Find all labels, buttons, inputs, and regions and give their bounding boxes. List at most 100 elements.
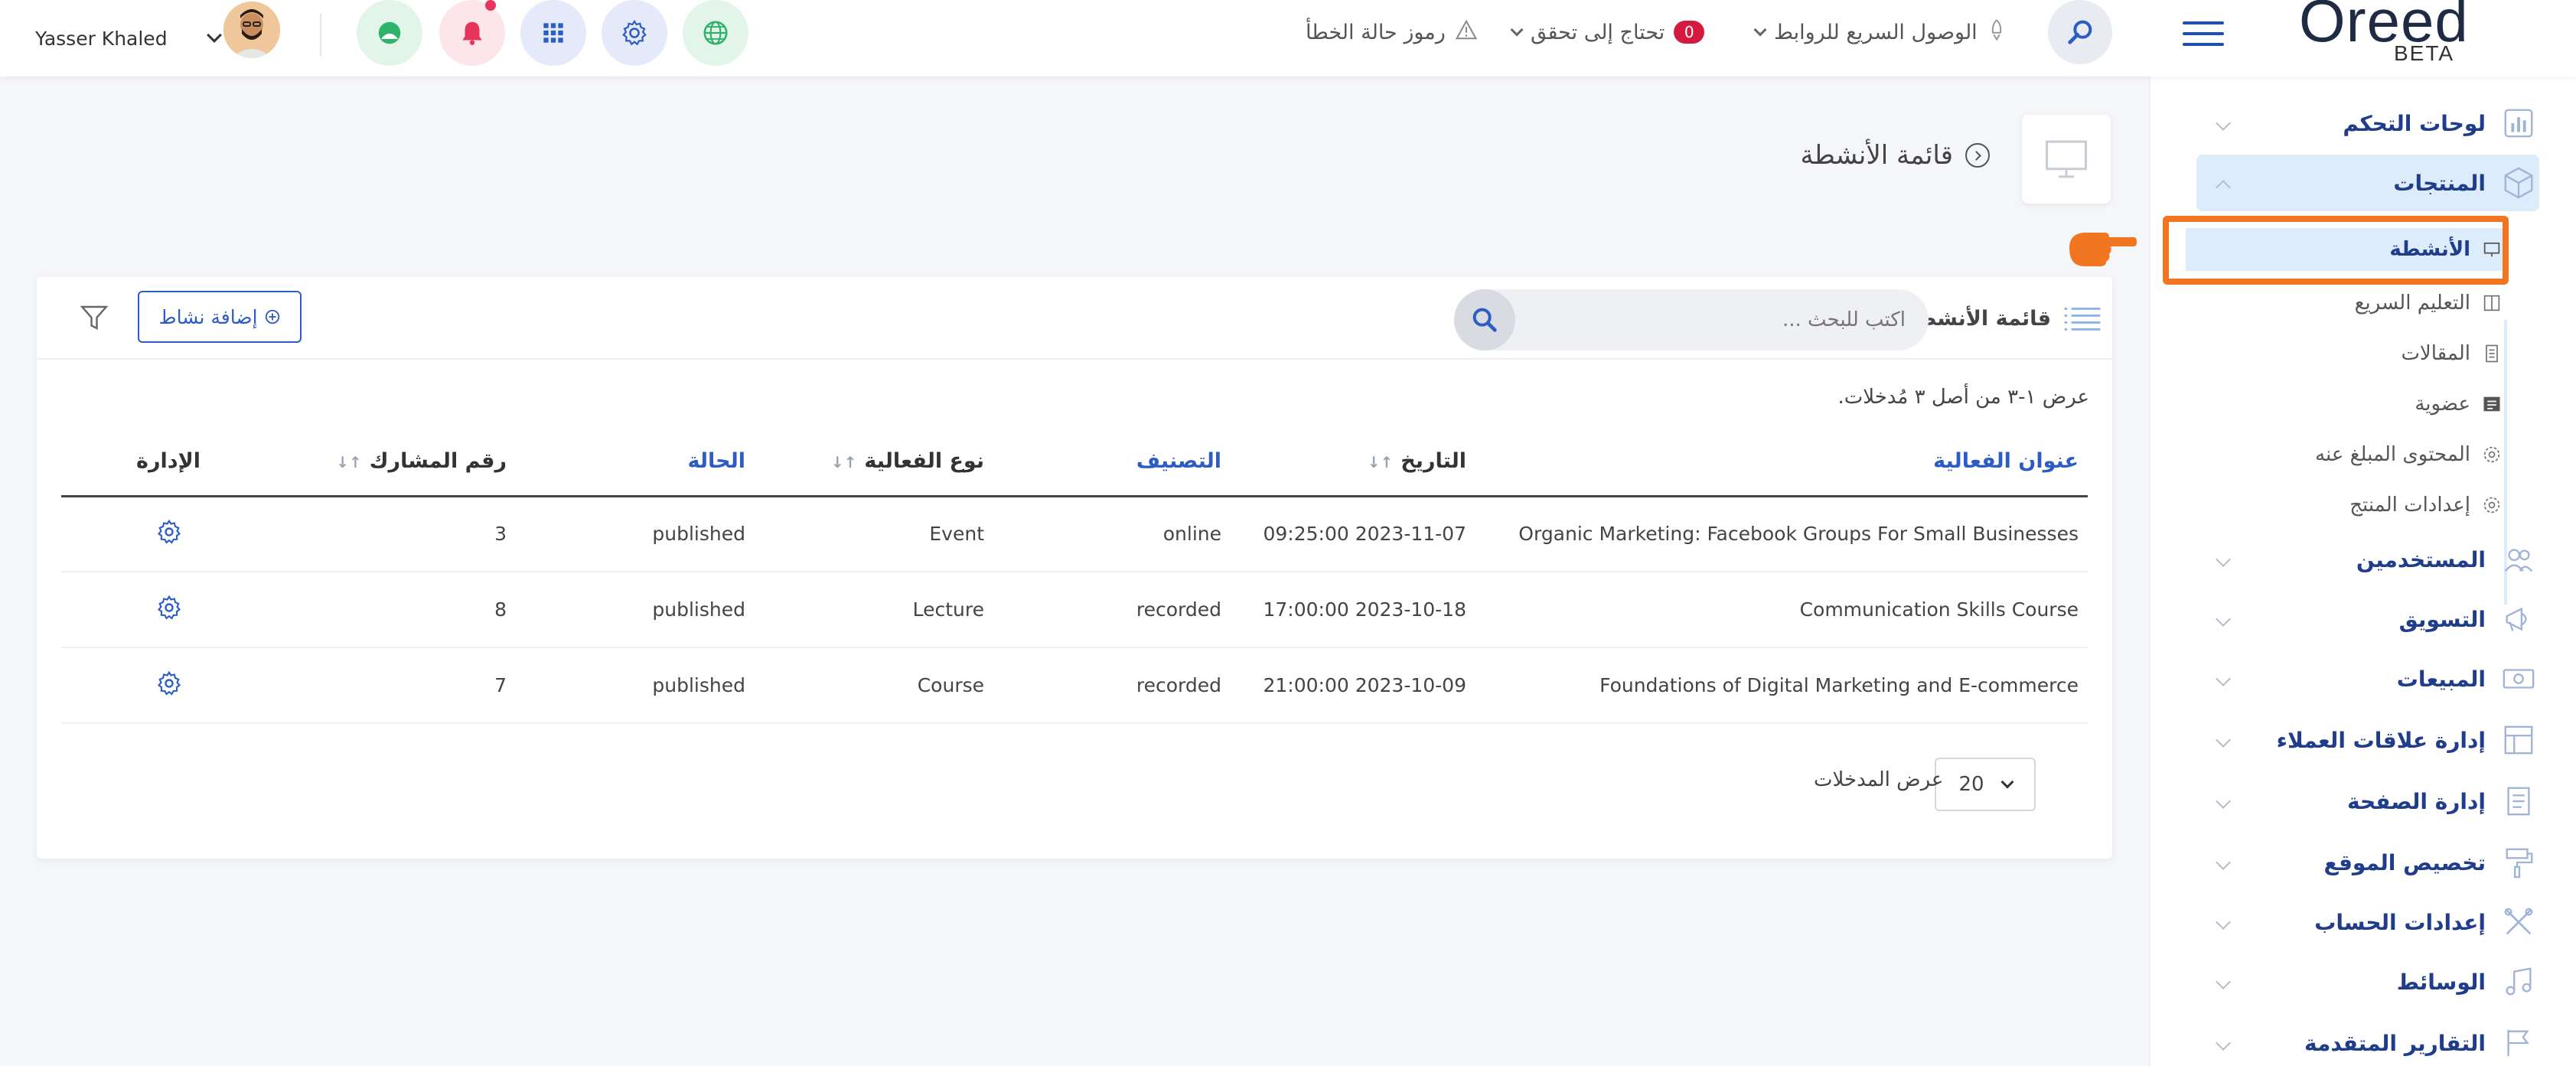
sidebar-item-account-settings[interactable]: إعدادات الحساب	[2196, 894, 2539, 950]
column-header-status[interactable]: الحالة	[516, 427, 755, 497]
column-header-management: الإدارة	[61, 427, 277, 497]
column-header-participants[interactable]: رقم المشارك↑↓	[277, 427, 516, 497]
chevron-down-icon	[2216, 794, 2231, 809]
rocket-icon	[1987, 18, 2007, 47]
chevron-down-icon	[206, 28, 222, 43]
sidebar-item-media[interactable]: الوسائط	[2196, 954, 2539, 1010]
list-title: قائمة الأنشطة	[1905, 298, 2103, 338]
search-input[interactable]	[1523, 289, 1906, 350]
notifications-button[interactable]	[439, 0, 505, 66]
error-codes-link[interactable]: رموز حالة الخطأ	[1306, 17, 1478, 47]
filter-icon[interactable]	[78, 302, 110, 334]
table-row: Communication Skills Course 2023-10-18 1…	[61, 572, 2088, 648]
search-button[interactable]	[1454, 289, 1515, 350]
avatar[interactable]	[223, 2, 280, 58]
search-icon	[2068, 20, 2092, 44]
column-header-title[interactable]: عنوان الفعالية	[1475, 427, 2088, 497]
sidebar-item-users[interactable]: المستخدمين	[2196, 531, 2539, 588]
gear-icon[interactable]	[155, 518, 183, 546]
chevron-down-icon	[2216, 914, 2231, 930]
chevron-down-icon	[1753, 23, 1767, 37]
chevron-down-icon	[2216, 974, 2231, 989]
column-header-category[interactable]: التصنيف	[993, 427, 1231, 497]
chevron-down-icon	[2216, 116, 2231, 131]
table-row: Foundations of Digital Marketing and E-c…	[61, 647, 2088, 724]
chevron-circle-icon[interactable]	[1965, 143, 1990, 168]
plus-circle-icon	[265, 309, 279, 324]
column-header-type[interactable]: نوع الفعالية↑↓	[755, 427, 993, 497]
chevron-down-icon	[2216, 611, 2231, 627]
notification-dot	[485, 0, 496, 11]
highlight-frame	[2163, 216, 2509, 285]
user-name: Yasser Khaled	[35, 27, 168, 50]
sidebar-subitem-reported-content[interactable]: المحتوى المبلغ عنه	[2227, 433, 2503, 476]
location-button[interactable]	[357, 0, 422, 66]
users-icon	[2504, 549, 2533, 572]
chevron-down-icon	[2216, 1035, 2231, 1051]
entries-summary: عرض ١-٣ من أصل ٣ مُدخلات.	[1837, 386, 2089, 409]
row-settings-button[interactable]	[61, 647, 277, 724]
header-divider	[320, 14, 321, 57]
card-toolbar: قائمة الأنشطة إضافة نشاط	[37, 277, 2112, 360]
column-header-date[interactable]: التاريخ↑↓	[1231, 427, 1475, 497]
beta-label: BETA	[2394, 41, 2455, 65]
sidebar-subitem-membership[interactable]: عضوية	[2227, 383, 2503, 425]
music-icon	[2506, 967, 2532, 996]
sidebar-subitem-articles[interactable]: المقالات	[2227, 332, 2503, 375]
sidebar-item-page-management[interactable]: إدارة الصفحة	[2196, 773, 2539, 830]
location-icon	[378, 21, 401, 44]
sidebar-item-marketing[interactable]: التسويق	[2196, 591, 2539, 647]
sidebar-item-dashboards[interactable]: لوحات التحكم	[2196, 95, 2539, 152]
sidebar-item-products[interactable]: المنتجات	[2196, 155, 2539, 211]
quick-links-dropdown[interactable]: الوصول السريع للروابط	[1753, 17, 2007, 47]
activities-card: قائمة الأنشطة إضافة نشاط عرض ١-٣ من أصل …	[37, 277, 2112, 859]
sidebar-subitem-product-settings[interactable]: إعدادات المنتج	[2227, 484, 2503, 526]
needs-check-dropdown[interactable]: 0 تحتاج إلى تحقق	[1510, 17, 1705, 47]
add-activity-button[interactable]: إضافة نشاط	[138, 291, 302, 343]
menu-toggle-icon[interactable]	[2183, 18, 2224, 49]
header-search-button[interactable]	[2048, 0, 2112, 64]
sort-icon: ↑↓	[336, 452, 362, 471]
monitor-icon	[2046, 140, 2087, 178]
chevron-down-icon	[2216, 732, 2231, 748]
list-icon	[2064, 307, 2101, 331]
chevron-down-icon	[2216, 855, 2231, 870]
gear-icon[interactable]	[155, 594, 183, 621]
gear-icon[interactable]	[155, 670, 183, 697]
top-header: Yasser Khaled رموز حالة الخطأ 0 تحتاج إل…	[0, 0, 2576, 77]
chevron-down-icon	[2000, 775, 2014, 789]
sort-icon: ↑↓	[1367, 452, 1394, 471]
activities-table: عنوان الفعالية التاريخ↑↓ التصنيف نوع الف…	[61, 427, 2088, 724]
settings-button[interactable]	[602, 0, 667, 66]
row-settings-button[interactable]	[61, 572, 277, 648]
tools-icon	[2504, 908, 2533, 935]
chevron-up-icon	[2216, 180, 2231, 195]
hand-pointer-icon	[2069, 233, 2137, 266]
sort-icon: ↑↓	[830, 452, 857, 471]
cube-icon	[2504, 167, 2533, 199]
sidebar-subitem-quick-learning[interactable]: التعليم السريع	[2227, 282, 2503, 324]
id-card-icon	[2483, 396, 2500, 412]
grid-icon	[543, 23, 563, 43]
gear-icon	[622, 19, 647, 46]
sidebar-item-advanced-reports[interactable]: التقارير المتقدمة	[2196, 1015, 2539, 1066]
sidebar-item-crm[interactable]: إدارة علاقات العملاء	[2196, 712, 2539, 768]
per-page-select[interactable]: 20	[1935, 758, 2036, 811]
sidebar-item-sales[interactable]: المبيعات	[2196, 650, 2539, 707]
row-settings-button[interactable]	[61, 496, 277, 572]
megaphone-icon	[2506, 607, 2527, 631]
apps-button[interactable]	[520, 0, 586, 66]
user-menu[interactable]: Yasser Khaled	[35, 17, 222, 60]
paint-roller-icon	[2506, 848, 2533, 879]
globe-icon	[703, 21, 728, 45]
chevron-down-icon	[1510, 23, 1524, 37]
crm-icon	[2504, 725, 2533, 755]
article-icon	[2486, 344, 2498, 363]
page-icon-card	[2022, 115, 2111, 204]
bell-icon	[462, 21, 482, 45]
warning-icon	[1455, 19, 1478, 46]
search-box	[1454, 289, 1929, 350]
sidebar-item-site-customization[interactable]: تخصيص الموقع	[2196, 834, 2539, 891]
table-header-row: عنوان الفعالية التاريخ↑↓ التصنيف نوع الف…	[61, 427, 2088, 497]
language-button[interactable]	[683, 0, 748, 66]
